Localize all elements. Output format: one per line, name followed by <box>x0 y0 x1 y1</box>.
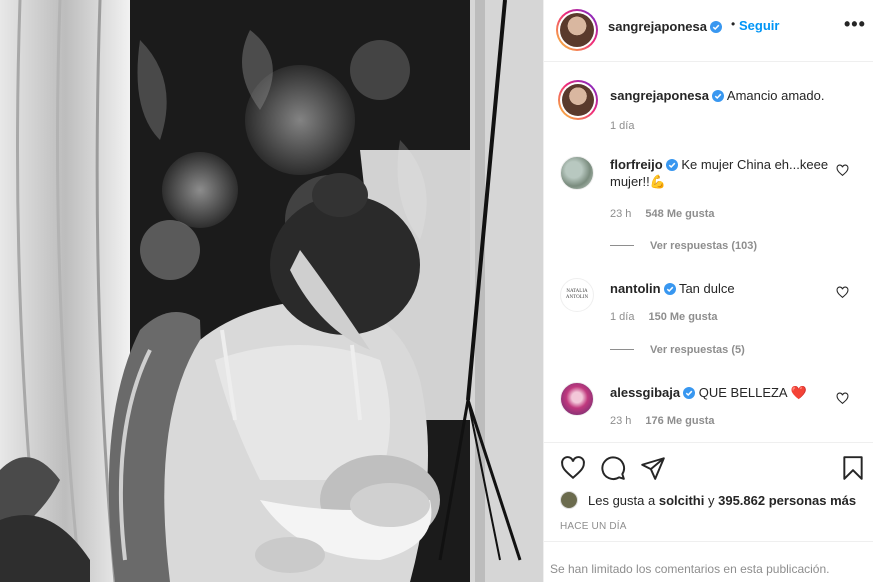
photo-illustration <box>0 0 543 582</box>
likes-count[interactable]: 395.862 personas más <box>718 493 856 508</box>
comments-list[interactable]: sangrejaponesa Amancio amado. 1 día flor… <box>544 62 873 442</box>
verified-icon <box>663 283 676 295</box>
heart-icon[interactable] <box>836 286 849 299</box>
replies-label: Ver respuestas (5) <box>650 344 745 356</box>
caption-text: sangrejaponesa Amancio amado. <box>610 88 824 103</box>
comment-username[interactable]: alessgibaja <box>610 385 680 400</box>
comment-time: 23 h <box>610 208 632 220</box>
replies-label: Ver respuestas (103) <box>650 240 758 252</box>
follow-button[interactable]: Seguir <box>739 18 779 33</box>
posted-ago: HACE UN DÍA <box>560 521 627 532</box>
verified-icon <box>665 159 678 171</box>
comment-meta: 23 h 548 Me gusta <box>610 208 715 220</box>
caption-time: 1 día <box>610 120 635 132</box>
commenter-avatar[interactable] <box>560 382 594 416</box>
post-photo[interactable] <box>0 0 543 582</box>
likes-user[interactable]: solcithi <box>659 493 705 508</box>
caption-avatar[interactable] <box>558 80 598 120</box>
separator-dot: • <box>731 17 736 31</box>
likes-prefix: Les gusta a <box>588 493 656 508</box>
author-avatar[interactable] <box>556 9 598 51</box>
verified-icon <box>710 21 722 33</box>
commenter-avatar[interactable] <box>560 156 594 190</box>
comments-limited-notice: Se han limitado los comentarios en esta … <box>544 541 873 582</box>
comment-meta: 1 día 150 Me gusta <box>610 311 718 323</box>
post-side-panel: sangrejaponesa • Seguir ••• sangrejapone… <box>543 0 873 582</box>
view-replies-button[interactable]: Ver respuestas (103) <box>610 240 757 252</box>
heart-icon[interactable] <box>836 164 849 177</box>
comment-icon[interactable] <box>600 455 626 481</box>
bookmark-icon[interactable] <box>840 455 866 481</box>
caption-body: Amancio amado. <box>726 88 825 103</box>
comment-body: florfreijo Ke mujer China eh...keee muje… <box>610 156 830 190</box>
comment-text: Tan dulce <box>678 281 735 296</box>
likes-middle: y <box>707 493 715 508</box>
comment-likes[interactable]: 150 Me gusta <box>648 311 717 323</box>
avatar-logo-text: NATALIA ANTOLIN <box>565 289 589 300</box>
post-header: sangrejaponesa • Seguir ••• <box>544 0 873 62</box>
comment-username[interactable]: florfreijo <box>610 157 663 172</box>
comment-username[interactable]: nantolin <box>610 281 661 296</box>
share-icon[interactable] <box>640 455 666 481</box>
caption-username[interactable]: sangrejaponesa <box>610 88 709 103</box>
verified-icon <box>683 387 696 399</box>
author-username[interactable]: sangrejaponesa <box>608 19 722 34</box>
comment-body: nantolin Tan dulce <box>610 280 830 297</box>
comment-time: 23 h <box>610 415 632 427</box>
liker-avatar[interactable] <box>560 491 578 509</box>
comment-text: QUE BELLEZA ❤️ <box>698 385 807 400</box>
heart-icon[interactable] <box>836 392 849 405</box>
replies-line <box>610 349 634 350</box>
comment-time: 1 día <box>610 311 635 323</box>
likes-text: Les gusta a solcithi y 395.862 personas … <box>588 493 856 508</box>
comment-body: alessgibaja QUE BELLEZA ❤️ <box>610 384 830 401</box>
commenter-avatar[interactable]: NATALIA ANTOLIN <box>560 278 594 312</box>
verified-icon <box>712 90 724 102</box>
comment-likes[interactable]: 548 Me gusta <box>645 208 714 220</box>
comment-likes[interactable]: 176 Me gusta <box>645 415 714 427</box>
view-replies-button[interactable]: Ver respuestas (5) <box>610 344 745 356</box>
more-options-icon[interactable]: ••• <box>844 14 866 35</box>
like-heart-icon[interactable] <box>560 455 586 481</box>
post-actions: Les gusta a solcithi y 395.862 personas … <box>544 442 873 582</box>
comment-meta: 23 h 176 Me gusta <box>610 415 715 427</box>
replies-line <box>610 245 634 246</box>
